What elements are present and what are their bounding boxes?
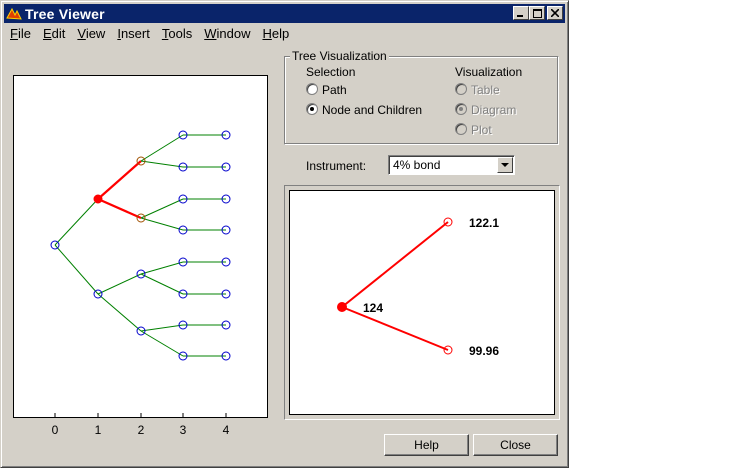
menu-edit-label: dit bbox=[51, 26, 66, 41]
matlab-app-icon bbox=[6, 7, 22, 20]
tree-edge bbox=[140, 198, 184, 219]
menu-file-accel: F bbox=[10, 26, 18, 41]
radio-path-label[interactable]: Path bbox=[322, 83, 347, 97]
tree-edge bbox=[140, 160, 184, 168]
instrument-selected-value: 4% bond bbox=[393, 158, 441, 172]
radio-table bbox=[455, 83, 467, 95]
menu-window[interactable]: Window bbox=[198, 24, 256, 43]
x-tick-label: 2 bbox=[138, 423, 145, 437]
radio-selected-dot bbox=[310, 107, 314, 111]
instrument-label: Instrument: bbox=[306, 159, 367, 173]
radio-plot bbox=[455, 123, 467, 135]
maximize-icon bbox=[532, 8, 542, 18]
title-bar: Tree Viewer bbox=[4, 4, 565, 23]
tree-edge-highlighted bbox=[97, 160, 142, 200]
tree-plot[interactable]: 0 1 2 3 4 bbox=[1, 75, 281, 445]
tree-edge-highlighted bbox=[97, 197, 142, 220]
selection-heading: Selection bbox=[306, 65, 356, 79]
close-icon bbox=[551, 9, 559, 17]
help-button-label: Help bbox=[414, 438, 439, 452]
radio-plot-label: Plot bbox=[471, 123, 492, 137]
diagram-edge bbox=[341, 221, 449, 308]
tree-edge bbox=[140, 217, 184, 231]
diagram-edge bbox=[341, 306, 449, 351]
tree-edge bbox=[140, 324, 184, 332]
diagram-parent-node bbox=[337, 302, 347, 312]
menu-file[interactable]: File bbox=[4, 24, 37, 43]
menu-help[interactable]: Help bbox=[256, 24, 295, 43]
window-controls bbox=[513, 6, 563, 20]
help-button[interactable]: Help bbox=[384, 434, 469, 456]
tree-edge bbox=[54, 244, 99, 295]
close-window-button[interactable] bbox=[547, 6, 563, 20]
tree-edge bbox=[140, 134, 184, 162]
close-button-label: Close bbox=[500, 438, 531, 452]
tree-edge bbox=[140, 273, 184, 295]
tree-edge bbox=[140, 330, 184, 357]
visualization-heading: Visualization bbox=[455, 65, 523, 79]
tree-edge bbox=[54, 198, 99, 246]
chevron-down-icon bbox=[501, 162, 509, 167]
menu-help-label: elp bbox=[271, 26, 290, 41]
menu-window-accel: W bbox=[204, 26, 217, 41]
menu-view-label: iew bbox=[85, 26, 106, 41]
radio-selected-dot bbox=[459, 107, 463, 111]
menu-help-accel: H bbox=[262, 26, 272, 41]
menu-insert[interactable]: Insert bbox=[111, 24, 156, 43]
menu-bar: File Edit View Insert Tools Window Help bbox=[4, 24, 295, 43]
x-tick-label: 4 bbox=[223, 423, 230, 437]
close-button[interactable]: Close bbox=[473, 434, 558, 456]
tree-edges bbox=[54, 134, 226, 357]
maximize-button[interactable] bbox=[529, 6, 545, 20]
menu-view[interactable]: View bbox=[71, 24, 111, 43]
minimize-icon bbox=[517, 15, 523, 17]
menu-window-label: indow bbox=[216, 26, 251, 41]
radio-table-label: Table bbox=[471, 83, 500, 97]
minimize-button[interactable] bbox=[513, 6, 529, 20]
radio-node-and-children-label[interactable]: Node and Children bbox=[322, 103, 422, 117]
node-diagram: 124 122.1 99.96 bbox=[337, 216, 499, 358]
menu-file-label: ile bbox=[17, 26, 31, 41]
diagram-child-value: 122.1 bbox=[469, 216, 499, 230]
x-tick-label: 3 bbox=[180, 423, 187, 437]
menu-tools[interactable]: Tools bbox=[156, 24, 198, 43]
group-title: Tree Visualization bbox=[290, 49, 389, 63]
x-tick-label: 1 bbox=[95, 423, 102, 437]
x-axis-labels: 0 1 2 3 4 bbox=[52, 423, 230, 437]
tree-edge bbox=[97, 273, 142, 295]
window-title: Tree Viewer bbox=[25, 5, 105, 22]
tree-edge bbox=[97, 293, 142, 332]
radio-diagram bbox=[455, 103, 467, 115]
menu-edit-accel: E bbox=[42, 26, 52, 41]
tree-node-selected[interactable] bbox=[93, 194, 103, 204]
menu-edit[interactable]: Edit bbox=[37, 24, 71, 43]
menu-view-accel: V bbox=[77, 26, 86, 41]
menu-tools-label: ools bbox=[168, 26, 193, 41]
menu-insert-label: nsert bbox=[120, 26, 150, 41]
radio-diagram-label: Diagram bbox=[471, 103, 517, 117]
instrument-select[interactable]: 4% bond bbox=[388, 155, 515, 175]
x-axis-ticks bbox=[54, 413, 227, 417]
tree-viewer-window: Tree Viewer File Edit View Insert Tools … bbox=[0, 0, 569, 468]
radio-node-and-children[interactable] bbox=[306, 103, 318, 115]
tree-nodes[interactable] bbox=[50, 130, 231, 361]
radio-path[interactable] bbox=[306, 83, 318, 95]
dropdown-button[interactable] bbox=[497, 157, 513, 173]
x-tick-label: 0 bbox=[52, 423, 59, 437]
diagram-parent-value: 124 bbox=[363, 301, 383, 315]
tree-edge bbox=[140, 261, 184, 275]
diagram-child-value: 99.96 bbox=[469, 344, 499, 358]
